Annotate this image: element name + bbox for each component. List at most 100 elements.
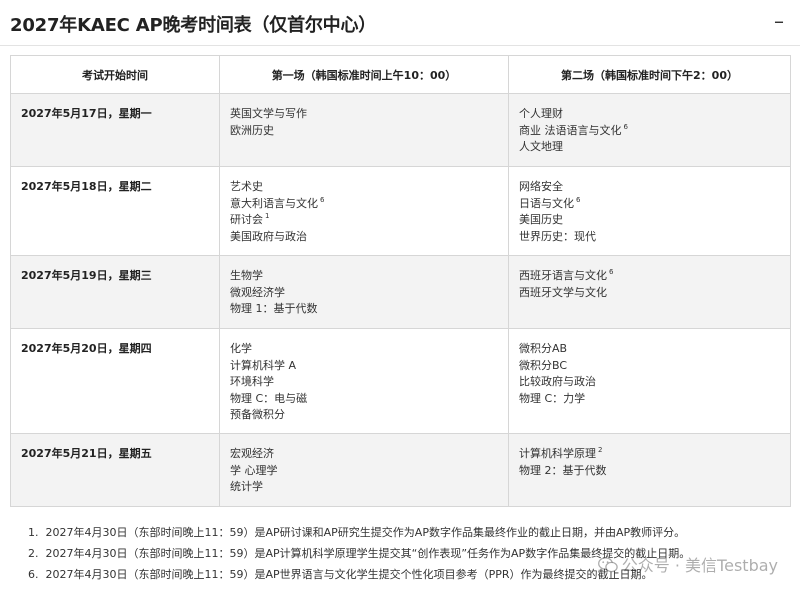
subject-item: 学 心理学	[230, 463, 498, 480]
subject-name: 生物学	[230, 269, 263, 282]
subject-list: 英国文学与写作欧洲历史	[230, 106, 498, 139]
footnote-text: 2027年4月30日（东部时间晚上11：59）是AP世界语言与文化学生提交个性化…	[45, 568, 653, 581]
subject-item: 生物学	[230, 268, 498, 285]
session2-cell: 网络安全 日语与文化 6 美国历史 世界历史：现代	[508, 166, 791, 256]
subject-list: 生物学微观经济学物理 1：基于代数	[230, 268, 498, 318]
subject-item: 微积分AB	[519, 341, 780, 358]
session1-cell: 化学计算机科学 A 环境科学物理 C：电与磁 预备微积分	[219, 328, 509, 434]
subject-item: 化学	[230, 341, 498, 358]
subject-item: 美国政府与政治	[230, 229, 498, 246]
subject-item: 西班牙文学与文化	[519, 285, 780, 302]
session2-cell: 微积分AB 微积分BC 比较政府与政治 物理 C：力学	[508, 328, 791, 434]
session2-cell: 西班牙语言与文化 6 西班牙文学与文化	[508, 255, 791, 329]
subject-name: 物理 2：基于代数	[519, 463, 607, 477]
subject-name: 比较政府与政治	[519, 375, 596, 388]
subject-name: 计算机科学原理	[519, 447, 596, 460]
subject-name: 意大利语言与文化	[230, 196, 318, 210]
session1-cell: 英国文学与写作欧洲历史	[219, 93, 509, 167]
session2-cell: 个人理财商业 法语语言与文化 6 人文地理	[508, 93, 791, 167]
column-header-date: 考试开始时间	[10, 55, 220, 94]
subject-name: 美国政府与政治	[230, 229, 307, 243]
subject-item: 美国历史	[519, 212, 780, 229]
subject-name: 预备微积分	[230, 408, 285, 421]
footnote-marker: 1	[265, 212, 270, 220]
footnote-marker: 6	[576, 195, 581, 204]
subject-list: 宏观经济学 心理学统计学	[230, 446, 498, 496]
subject-list: 化学计算机科学 A 环境科学物理 C：电与磁 预备微积分	[230, 341, 498, 424]
watermark: 公众号 · 美信Testbay	[597, 552, 778, 576]
subject-name: 物理 1：基于代数	[230, 302, 318, 315]
subject-item: 计算机科学 A	[230, 358, 498, 375]
subject-name: 研讨会	[230, 213, 263, 226]
subject-item: 意大利语言与文化 6	[230, 196, 498, 213]
subject-name: 物理 C：电与磁	[230, 391, 308, 405]
subject-item: 欧洲历史	[230, 123, 498, 140]
footnote-text: 2027年4月30日（东部时间晚上11：59）是AP研讨课和AP研究生提交作为A…	[45, 526, 686, 539]
footnote-marker: 6	[609, 268, 614, 276]
subject-name: 英国文学与写作	[230, 107, 307, 120]
subject-item: 物理 2：基于代数	[519, 463, 780, 480]
subject-item: 比较政府与政治	[519, 374, 780, 391]
subject-item: 人文地理	[519, 139, 780, 156]
subject-name: 物理 C：力学	[519, 391, 586, 405]
subject-item: 微积分BC	[519, 358, 780, 375]
session1-cell: 生物学微观经济学物理 1：基于代数	[219, 255, 509, 329]
column-header-session2: 第二场（韩国标准时间下午2：00）	[508, 55, 791, 94]
footnote-number: 1.	[28, 526, 39, 539]
footnote-item: 1. 2027年4月30日（东部时间晚上11：59）是AP研讨课和AP研究生提交…	[28, 522, 788, 543]
subject-item: 网络安全	[519, 179, 780, 196]
session2-cell: 计算机科学原理 2 物理 2：基于代数	[508, 433, 791, 507]
subject-item: 统计学	[230, 479, 498, 496]
subject-name: 计算机科学 A	[230, 358, 297, 372]
exam-date-cell: 2027年5月21日，星期五	[10, 433, 220, 507]
subject-name: 美国历史	[519, 213, 563, 226]
subject-name: 学 心理学	[230, 463, 278, 477]
subject-item: 世界历史：现代	[519, 229, 780, 246]
subject-name: 日语与文化	[519, 196, 574, 210]
title-bar: 2027年KAEC AP晚考时间表（仅首尔中心） –	[0, 0, 800, 46]
subject-name: 西班牙文学与文化	[519, 285, 607, 299]
subject-name: 宏观经济	[230, 447, 274, 460]
exam-date-cell: 2027年5月17日，星期一	[10, 93, 220, 167]
subject-item: 日语与文化 6	[519, 196, 780, 213]
subject-name: 微积分AB	[519, 342, 568, 355]
exam-date-cell: 2027年5月19日，星期三	[10, 255, 220, 329]
subject-name: 网络安全	[519, 180, 563, 193]
subject-list: 个人理财商业 法语语言与文化 6 人文地理	[519, 106, 780, 156]
subject-item: 艺术史	[230, 179, 498, 196]
subject-name: 人文地理	[519, 140, 563, 153]
subject-list: 计算机科学原理 2 物理 2：基于代数	[519, 446, 780, 479]
subject-name: 世界历史：现代	[519, 229, 596, 243]
footnote-marker: 6	[623, 122, 628, 131]
subject-list: 网络安全 日语与文化 6 美国历史 世界历史：现代	[519, 179, 780, 245]
footnote-text: 2027年4月30日（东部时间晚上11：59）是AP计算机科学原理学生提交其“创…	[45, 547, 691, 560]
watermark-text: 公众号 · 美信Testbay	[621, 556, 778, 575]
subject-name: 个人理财	[519, 107, 563, 120]
subject-item: 物理 1：基于代数	[230, 301, 498, 318]
subject-name: 西班牙语言与文化	[519, 269, 607, 282]
subject-name: 环境科学	[230, 375, 274, 388]
collapse-button[interactable]: –	[768, 8, 790, 34]
subject-list: 艺术史 意大利语言与文化 6 研讨会 1 美国政府与政治	[230, 179, 498, 245]
subject-name: 艺术史	[230, 180, 263, 193]
exam-date-cell: 2027年5月20日，星期四	[10, 328, 220, 434]
subject-name: 化学	[230, 342, 252, 355]
footnote-number: 6.	[28, 568, 39, 581]
subject-name: 微积分BC	[519, 358, 568, 372]
session1-cell: 艺术史 意大利语言与文化 6 研讨会 1 美国政府与政治	[219, 166, 509, 256]
schedule-table: 考试开始时间 第一场（韩国标准时间上午10：00） 第二场（韩国标准时间下午2：…	[10, 55, 791, 507]
subject-item: 物理 C：电与磁	[230, 391, 498, 408]
subject-item: 物理 C：力学	[519, 391, 780, 408]
subject-name: 统计学	[230, 480, 263, 493]
subject-list: 西班牙语言与文化 6 西班牙文学与文化	[519, 268, 780, 301]
subject-name: 微观经济学	[230, 285, 285, 299]
table-row: 2027年5月18日，星期二 艺术史 意大利语言与文化 6 研讨会 1 美国政府与政治 网络安…	[10, 166, 791, 256]
footnote-marker: 6	[320, 195, 325, 204]
subject-item: 研讨会 1	[230, 212, 498, 229]
subject-item: 西班牙语言与文化 6	[519, 268, 780, 285]
table-row: 2027年5月21日，星期五 宏观经济学 心理学 统计学 计算机科学原理 2 物理 2：基…	[10, 433, 791, 507]
subject-item: 个人理财	[519, 106, 780, 123]
subject-item: 商业 法语语言与文化 6	[519, 123, 780, 140]
subject-list: 微积分AB 微积分BC 比较政府与政治 物理 C：力学	[519, 341, 780, 407]
subject-item: 环境科学	[230, 374, 498, 391]
